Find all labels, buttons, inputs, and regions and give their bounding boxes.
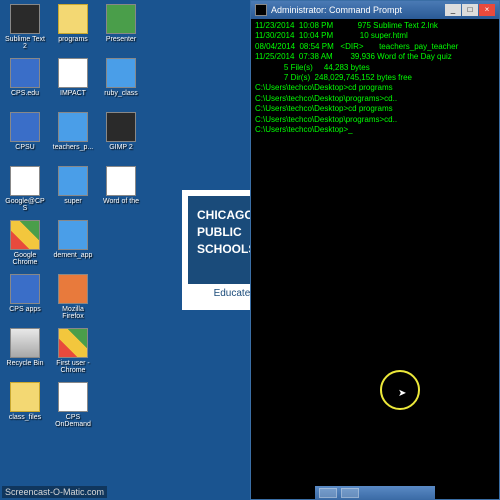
terminal-line: C:\Users\techco\Desktop>cd programs — [255, 83, 495, 93]
icon-image — [58, 220, 88, 250]
icon-image — [58, 112, 88, 142]
desktop-icon[interactable]: Mozilla Firefox — [50, 274, 96, 326]
icon-image — [10, 4, 40, 34]
desktop-icon[interactable]: First user - Chrome — [50, 328, 96, 380]
minimize-button[interactable]: _ — [445, 4, 461, 16]
desktop-icon[interactable]: CPS.edu — [2, 58, 48, 110]
taskbar-fragment[interactable] — [315, 486, 435, 500]
window-titlebar[interactable]: Administrator: Command Prompt _ □ × — [251, 1, 499, 19]
icon-label: CPS.edu — [11, 90, 39, 97]
icon-image — [58, 4, 88, 34]
terminal-line: C:\Users\techco\Desktop>cd programs — [255, 104, 495, 114]
icon-label: super — [64, 198, 82, 205]
icon-label: Google@CPS — [3, 198, 47, 212]
desktop[interactable]: Sublime Text 2 CPS.edu CPSU Google@CPS Googl… — [0, 0, 500, 500]
terminal-line: 11/25/2014 07:38 AM 39,936 Word of the D… — [255, 52, 495, 62]
icon-image — [58, 328, 88, 358]
desktop-icon[interactable]: ruby_class — [98, 58, 144, 110]
terminal-line: C:\Users\techco\Desktop\programs>cd.. — [255, 115, 495, 125]
icon-label: Sublime Text 2 — [3, 36, 47, 50]
desktop-icon[interactable]: dement_app — [50, 220, 96, 272]
icon-label: teachers_p... — [53, 144, 93, 151]
icon-image — [58, 166, 88, 196]
desktop-icons-grid: Sublime Text 2 CPS.edu CPSU Google@CPS Googl… — [2, 4, 144, 474]
desktop-icon[interactable]: Google@CPS — [2, 166, 48, 218]
desktop-icon[interactable]: Word of the — [98, 166, 144, 218]
terminal-output[interactable]: 11/23/2014 10:08 PM 975 Sublime Text 2.l… — [251, 19, 499, 137]
desktop-icon[interactable]: super — [50, 166, 96, 218]
watermark: Screencast-O-Matic.com — [2, 486, 107, 498]
icon-image — [58, 58, 88, 88]
icon-label: Presenter — [106, 36, 136, 43]
icon-label: programs — [58, 36, 88, 43]
close-button[interactable]: × — [479, 4, 495, 16]
taskbar-item[interactable] — [319, 488, 337, 498]
icon-image — [58, 274, 88, 304]
desktop-icon[interactable]: CPSU — [2, 112, 48, 164]
terminal-line: C:\Users\techco\Desktop>_ — [255, 125, 495, 135]
icon-image — [10, 328, 40, 358]
command-prompt-window[interactable]: Administrator: Command Prompt _ □ × 11/2… — [250, 0, 500, 500]
desktop-icon[interactable]: class_files — [2, 382, 48, 434]
window-title: Administrator: Command Prompt — [271, 5, 445, 15]
icon-image — [106, 4, 136, 34]
icon-image — [106, 112, 136, 142]
terminal-line: C:\Users\techco\Desktop\programs>cd.. — [255, 94, 495, 104]
terminal-line: 08/04/2014 08:54 PM <DIR> teachers_pay_t… — [255, 42, 495, 52]
desktop-icon[interactable]: CPS apps — [2, 274, 48, 326]
icon-label: class_files — [9, 414, 41, 421]
desktop-icon[interactable]: Recycle Bin — [2, 328, 48, 380]
window-controls: _ □ × — [445, 4, 495, 16]
desktop-icon[interactable]: CPS OnDemand — [50, 382, 96, 434]
icon-image — [106, 166, 136, 196]
icon-label: CPSU — [15, 144, 34, 151]
icon-image — [10, 220, 40, 250]
icon-label: First user - Chrome — [51, 360, 95, 374]
icon-label: Word of the — [103, 198, 139, 205]
desktop-icon[interactable]: teachers_p... — [50, 112, 96, 164]
icon-image — [58, 382, 88, 412]
icon-label: Mozilla Firefox — [51, 306, 95, 320]
icon-image — [10, 382, 40, 412]
desktop-icon[interactable]: Presenter — [98, 4, 144, 56]
icon-image — [10, 58, 40, 88]
maximize-button[interactable]: □ — [462, 4, 478, 16]
icon-label: IMPACT — [60, 90, 86, 97]
terminal-line: 11/23/2014 10:08 PM 975 Sublime Text 2.l… — [255, 21, 495, 31]
desktop-icon[interactable]: Sublime Text 2 — [2, 4, 48, 56]
icon-label: GIMP 2 — [109, 144, 133, 151]
icon-image — [106, 58, 136, 88]
icon-label: dement_app — [54, 252, 93, 259]
terminal-line: 7 Dir(s) 248,029,745,152 bytes free — [255, 73, 495, 83]
icon-image — [10, 166, 40, 196]
icon-label: Recycle Bin — [7, 360, 44, 367]
icon-label: CPS apps — [9, 306, 41, 313]
icon-label: ruby_class — [104, 90, 137, 97]
cmd-icon — [255, 4, 267, 16]
icon-label: CPS OnDemand — [51, 414, 95, 428]
icon-image — [10, 112, 40, 142]
desktop-icon[interactable]: IMPACT — [50, 58, 96, 110]
desktop-icon[interactable]: Google Chrome — [2, 220, 48, 272]
icon-label: Google Chrome — [3, 252, 47, 266]
terminal-line: 5 File(s) 44,283 bytes — [255, 63, 495, 73]
icon-image — [10, 274, 40, 304]
desktop-icon[interactable]: GIMP 2 — [98, 112, 144, 164]
terminal-line: 11/30/2014 10:04 PM 10 super.html — [255, 31, 495, 41]
desktop-icon[interactable]: programs — [50, 4, 96, 56]
taskbar-item[interactable] — [341, 488, 359, 498]
